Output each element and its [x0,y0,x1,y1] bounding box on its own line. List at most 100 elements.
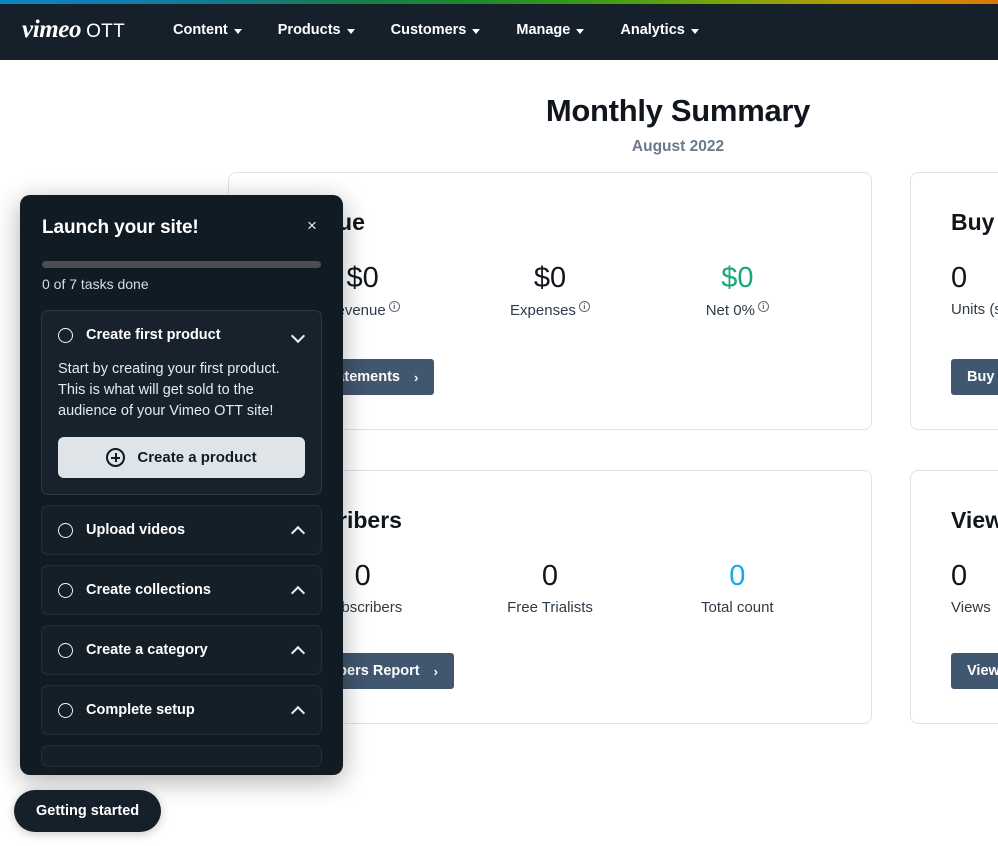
task-card-create-collections: Create collections [41,565,322,615]
task-label: Create collections [86,582,292,598]
task-label: Upload videos [86,522,292,538]
task-card-create-first-product: Create first product Start by creating y… [41,310,322,495]
metrics-row: 0 Views [951,559,998,616]
views-card: Views 0 Views Viewership Report › [910,470,998,724]
chevron-up-icon[interactable] [292,524,305,537]
chevron-down-icon [691,29,699,34]
task-label: Create a category [86,642,292,658]
metric-total-count: 0 Total count [644,559,831,616]
nav-item-manage[interactable]: Manage [498,0,602,60]
main-nav: Content Products Customers Manage Analyt… [155,0,717,60]
buy-and-rent-card: Buy & Rent 0 Units (sold) Buy & Rent Rep… [910,172,998,430]
nav-item-customers[interactable]: Customers [373,0,499,60]
progress-bar [42,261,321,268]
info-icon[interactable]: i [758,301,769,312]
metrics-row: 0 Subscribers 0 Free Trialists 0 Total c… [269,559,831,616]
metric-value: 0 [951,261,998,295]
chevron-right-icon: › [414,370,418,385]
nav-item-label: Manage [516,22,570,38]
metric-value: $0 [456,261,643,295]
button-label: Viewership Report [967,663,998,679]
task-header[interactable]: Create a category [42,626,321,674]
viewership-report-button[interactable]: Viewership Report › [951,653,998,689]
getting-started-button[interactable]: Getting started [14,790,161,832]
card-title: Views [951,507,998,534]
task-card-create-a-category: Create a category [41,625,322,675]
top-gradient-stripe [0,0,998,4]
metric-value: 0 [951,559,998,593]
task-card-next-partial[interactable] [41,745,322,767]
info-icon[interactable]: i [579,301,590,312]
metric-free-trialists: 0 Free Trialists [456,559,643,616]
app-root: vimeo OTT Content Products Customers Man… [0,0,998,846]
chevron-down-icon [472,29,480,34]
task-card-complete-setup: Complete setup [41,685,322,735]
nav-item-products[interactable]: Products [260,0,373,60]
vimeo-ott-logo[interactable]: vimeo OTT [22,16,125,44]
metric-label: Net 0%i [644,301,831,319]
metric-views: 0 Views [951,559,998,616]
nav-item-label: Content [173,22,228,38]
nav-item-label: Analytics [620,22,684,38]
circle-unchecked-icon [58,703,73,718]
chevron-right-icon: › [434,664,438,679]
task-header[interactable]: Upload videos [42,506,321,554]
task-header[interactable]: Complete setup [42,686,321,734]
nav-item-label: Customers [391,22,467,38]
card-title: Buy & Rent [951,209,998,236]
task-header[interactable]: Create first product [42,311,321,359]
close-icon[interactable]: × [301,215,323,237]
create-a-product-button[interactable]: Create a product [58,437,305,478]
page-title: Monthly Summary [228,92,998,130]
metric-label: Free Trialists [456,599,643,616]
metric-label: Expensesi [456,301,643,319]
chevron-up-icon[interactable] [292,644,305,657]
metric-value: 0 [456,559,643,593]
metric-label: Units (sold) [951,301,998,318]
circle-unchecked-icon [58,523,73,538]
chevron-down-icon [347,29,355,34]
metric-net: $0 Net 0%i [644,261,831,319]
plus-circle-icon [106,448,125,467]
page-subtitle: August 2022 [228,138,998,156]
task-description: Start by creating your first product. Th… [58,359,305,422]
launch-your-site-panel: Launch your site! × 0 of 7 tasks done Cr… [20,195,343,775]
task-label: Complete setup [86,702,292,718]
page-header: Monthly Summary August 2022 [228,92,998,156]
metric-label: Total count [644,599,831,616]
button-label: Create a product [137,449,256,466]
metric-units: 0 Units (sold) [951,261,998,318]
progress-text: 0 of 7 tasks done [42,276,321,292]
task-label: Create first product [86,327,292,343]
top-navbar: vimeo OTT Content Products Customers Man… [0,0,998,60]
logo-vimeo-text: vimeo [22,16,81,44]
task-body: Start by creating your first product. Th… [42,359,321,494]
circle-unchecked-icon [58,328,73,343]
chevron-up-icon[interactable] [292,584,305,597]
nav-item-label: Products [278,22,341,38]
panel-header: Launch your site! × [20,195,343,239]
nav-item-analytics[interactable]: Analytics [602,0,716,60]
chevron-down-icon [234,29,242,34]
metric-label: Views [951,599,998,616]
metrics-row: $0 Revenuei $0 Expensesi $0 Net 0%i [269,261,831,319]
button-label: Buy & Rent Report [967,369,998,385]
metric-label-text: Net 0% [706,302,755,319]
circle-unchecked-icon [58,643,73,658]
chevron-up-icon[interactable] [292,704,305,717]
metric-value: 0 [644,559,831,593]
panel-title: Launch your site! [42,217,321,239]
task-list: Create first product Start by creating y… [20,310,343,775]
chevron-down-icon [576,29,584,34]
task-header[interactable]: Create collections [42,566,321,614]
nav-item-content[interactable]: Content [155,0,260,60]
metric-expenses: $0 Expensesi [456,261,643,319]
circle-unchecked-icon [58,583,73,598]
chevron-down-icon[interactable] [292,329,305,342]
info-icon[interactable]: i [389,301,400,312]
task-card-upload-videos: Upload videos [41,505,322,555]
logo-ott-text: OTT [86,21,125,43]
metrics-row: 0 Units (sold) [951,261,998,318]
buy-and-rent-report-button[interactable]: Buy & Rent Report › [951,359,998,395]
metric-label-text: Expenses [510,302,576,319]
